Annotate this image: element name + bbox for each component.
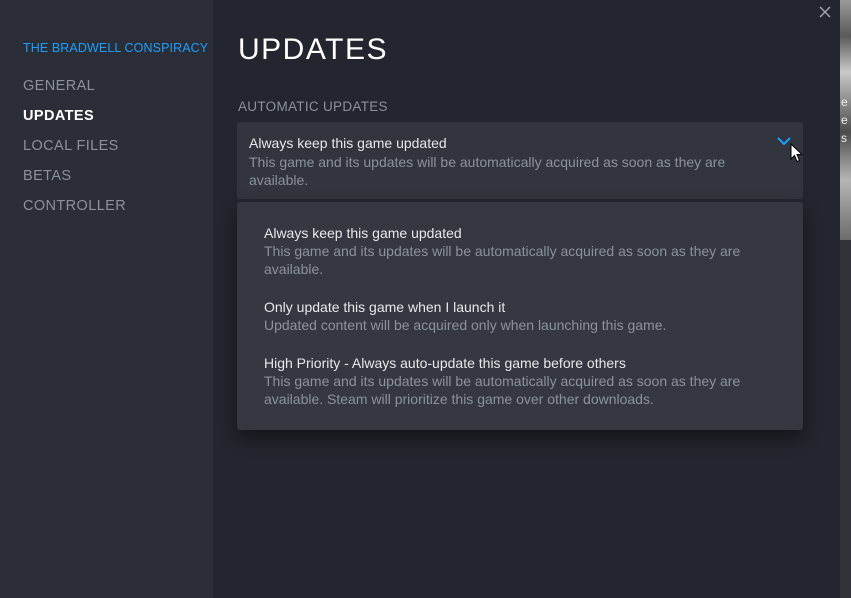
option-description: This game and its updates will be automa… [264, 373, 741, 407]
background-text: e [841, 95, 848, 109]
option-title: Always keep this game updated [264, 225, 462, 241]
sidebar-item-betas[interactable]: BETAS [23, 167, 126, 197]
dropdown-menu: Always keep this game updated This game … [237, 202, 803, 430]
mouse-cursor-icon [790, 143, 804, 163]
background-text: e [841, 113, 848, 127]
dropdown-selected-description: This game and its updates will be automa… [249, 154, 726, 188]
dropdown-option-high-priority[interactable]: High Priority - Always auto-update this … [264, 354, 784, 408]
sidebar-nav: GENERAL UPDATES LOCAL FILES BETAS CONTRO… [23, 77, 126, 227]
game-title: THE BRADWELL CONSPIRACY [23, 41, 209, 55]
option-description: Updated content will be acquired only wh… [264, 317, 667, 333]
option-description: This game and its updates will be automa… [264, 243, 741, 277]
auto-update-dropdown[interactable]: Always keep this game updated This game … [237, 122, 803, 199]
sidebar: THE BRADWELL CONSPIRACY GENERAL UPDATES … [0, 0, 213, 598]
option-title: Only update this game when I launch it [264, 299, 506, 315]
option-title: High Priority - Always auto-update this … [264, 355, 626, 371]
chevron-down-icon[interactable] [777, 135, 791, 147]
sidebar-item-controller[interactable]: CONTROLLER [23, 197, 126, 227]
sidebar-item-general[interactable]: GENERAL [23, 77, 126, 107]
page-title: UPDATES [238, 33, 388, 66]
sidebar-item-updates[interactable]: UPDATES [23, 107, 126, 137]
main-panel: UPDATES AUTOMATIC UPDATES Always keep th… [213, 0, 840, 598]
sidebar-item-local-files[interactable]: LOCAL FILES [23, 137, 126, 167]
background-window-strip: e e s [840, 0, 851, 598]
close-icon[interactable] [817, 4, 833, 20]
dropdown-option-always-update[interactable]: Always keep this game updated This game … [264, 224, 784, 278]
dropdown-selected-title: Always keep this game updated [249, 135, 447, 151]
dropdown-option-update-on-launch[interactable]: Only update this game when I launch it U… [264, 298, 784, 334]
section-label: AUTOMATIC UPDATES [238, 99, 388, 114]
background-text: s [841, 131, 847, 145]
